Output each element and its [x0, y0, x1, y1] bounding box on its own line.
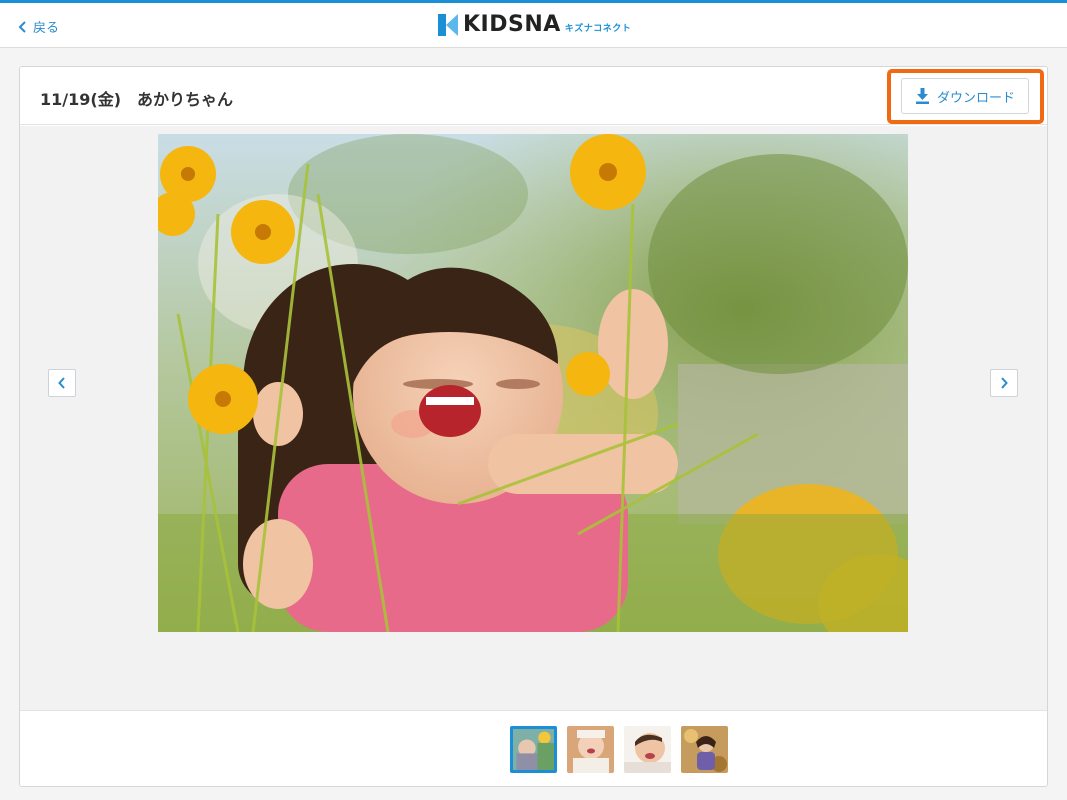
- chevron-right-icon: [1001, 377, 1008, 389]
- kidsna-logo-mark-icon: [438, 14, 458, 36]
- photo-viewer: [20, 126, 1047, 710]
- back-label: 戻る: [33, 21, 60, 36]
- thumbnail-photo-icon: [681, 726, 728, 773]
- photo-card: 11/19(金) あかりちゃん ダウンロード: [19, 66, 1048, 787]
- download-button[interactable]: ダウンロード: [901, 78, 1029, 114]
- thumbnail-4[interactable]: [681, 726, 728, 773]
- download-label: ダウンロード: [936, 90, 1015, 106]
- logo-subtitle: キズナコネクト: [564, 23, 632, 34]
- previous-photo-button[interactable]: [48, 369, 76, 397]
- download-icon: [915, 88, 929, 104]
- back-button[interactable]: 戻る: [18, 17, 59, 36]
- chevron-left-icon: [18, 20, 26, 33]
- thumbnail-photo-icon: [513, 729, 554, 770]
- album-title: 11/19(金) あかりちゃん: [40, 90, 234, 109]
- next-photo-button[interactable]: [990, 369, 1018, 397]
- thumbnail-strip: [20, 710, 1047, 786]
- thumbnail-photo-icon: [624, 726, 671, 773]
- chevron-left-icon: [58, 377, 65, 389]
- main-photo: [158, 134, 908, 632]
- app-header: 戻る KIDSNA キズナコネクト: [0, 3, 1067, 48]
- girl-with-flowers-photo-icon: [158, 134, 908, 632]
- thumbnail-3[interactable]: [624, 726, 671, 773]
- kidsna-logo: KIDSNA キズナコネクト: [438, 12, 631, 38]
- thumbnail-photo-icon: [567, 726, 614, 773]
- card-header: 11/19(金) あかりちゃん ダウンロード: [20, 67, 1047, 125]
- logo-text: KIDSNA: [463, 12, 561, 37]
- thumbnail-1[interactable]: [510, 726, 557, 773]
- thumbnail-2[interactable]: [567, 726, 614, 773]
